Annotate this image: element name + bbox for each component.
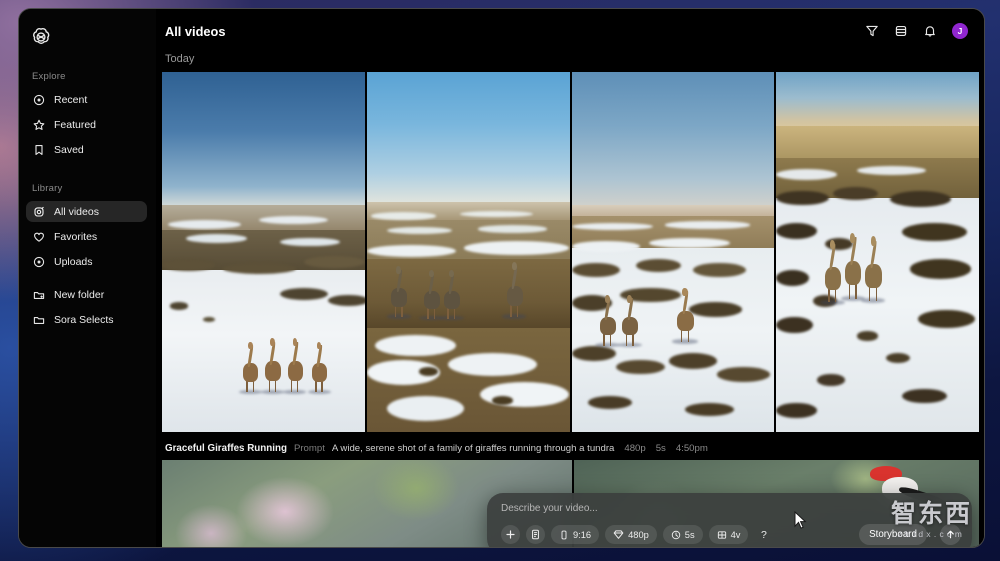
main-content: All videos J Today Graceful Giraffes Run… [156,9,984,547]
clock-recent-icon [33,94,45,106]
video-title: Graceful Giraffes Running [165,443,287,454]
avatar[interactable]: J [952,23,968,39]
video-resolution: 480p [624,443,646,454]
heart-icon [33,231,45,243]
filter-icon[interactable] [865,24,879,38]
top-bar: All videos J [156,9,984,53]
app-window: Explore Recent Featured Saved Library Al… [18,8,985,548]
mouse-cursor [794,510,807,530]
prompt-label: Prompt [293,443,325,454]
video-time: 4:50pm [675,443,708,454]
star-icon [33,119,45,131]
watermark: 智东西 zhidx.com [890,500,972,540]
sidebar-item-uploads[interactable]: Uploads [26,251,147,272]
video-panel-row [156,72,984,432]
aspect-ratio-button[interactable]: 9:16 [551,525,600,544]
aspect-ratio-label: 9:16 [573,529,592,540]
variations-button[interactable]: 4v [708,525,749,544]
video-caption-row: Graceful Giraffes Running Prompt A wide,… [156,432,984,454]
sidebar-item-label: Recent [54,93,88,106]
duration-label: 5s [684,529,695,540]
notification-bell-icon[interactable] [923,24,937,38]
watermark-en: zhidx.com [897,529,966,539]
sidebar-section-library-label: Library [32,183,63,194]
page-title: All videos [165,23,226,39]
sidebar-item-saved[interactable]: Saved [26,139,147,160]
sidebar-item-label: All videos [54,205,99,218]
video-panel[interactable] [162,72,365,432]
upload-circle-icon [33,256,45,268]
folder-plus-icon [33,289,45,301]
sidebar-section-explore-label: Explore [32,71,66,82]
sidebar-item-label: Sora Selects [54,313,114,326]
video-library-icon [33,206,45,218]
duration-button[interactable]: 5s [662,525,703,544]
prompt-text: A wide, serene shot of a family of giraf… [331,443,615,454]
watermark-cn: 智东西 [890,500,972,528]
sidebar: Explore Recent Featured Saved Library Al… [19,9,156,547]
sidebar-item-sora-selects[interactable]: Sora Selects [26,309,147,330]
add-button[interactable] [501,525,520,544]
resolution-button[interactable]: 480p [605,525,657,544]
desktop-background: Explore Recent Featured Saved Library Al… [0,0,1000,561]
variations-label: 4v [730,529,741,540]
sidebar-item-label: Saved [54,143,84,156]
video-panel[interactable] [571,72,775,432]
resolution-label: 480p [628,529,649,540]
video-duration: 5s [655,443,666,454]
sidebar-item-label: Favorites [54,230,98,243]
sora-knot-logo-icon[interactable] [30,26,52,48]
top-bar-actions: J [865,23,968,39]
video-panel[interactable] [776,72,979,432]
sidebar-item-label: New folder [54,288,105,301]
video-panel[interactable] [366,72,570,432]
sidebar-item-label: Uploads [54,255,93,268]
sidebar-item-all-videos[interactable]: All videos [26,201,147,222]
folder-icon [33,314,45,326]
preset-button[interactable] [526,525,545,544]
sidebar-item-new-folder[interactable]: New folder [26,284,147,305]
sidebar-item-label: Featured [54,118,97,131]
bookmark-icon [33,144,45,156]
date-group-label: Today [165,53,195,65]
layout-list-icon[interactable] [894,24,908,38]
sidebar-item-favorites[interactable]: Favorites [26,226,147,247]
sidebar-item-recent[interactable]: Recent [26,89,147,110]
sidebar-item-featured[interactable]: Featured [26,114,147,135]
help-button[interactable]: ? [754,525,773,544]
